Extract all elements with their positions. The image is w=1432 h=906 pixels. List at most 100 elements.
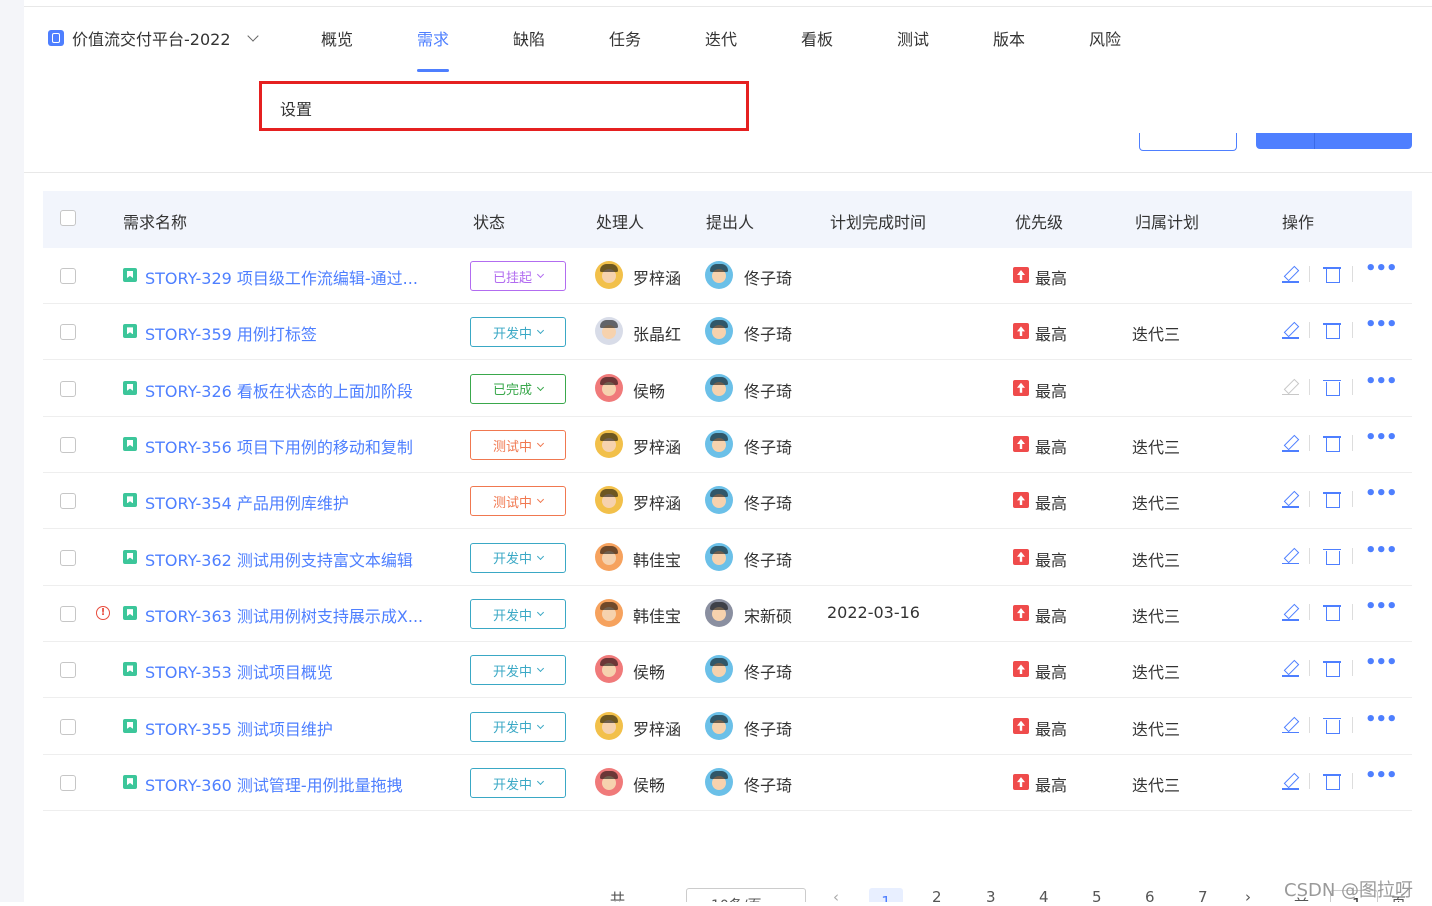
story-title-link[interactable]: STORY-326 看板在状态的上面加阶段	[145, 378, 413, 402]
tab-defects[interactable]: 缺陷	[513, 26, 545, 72]
status-select[interactable]: 开发中	[470, 655, 566, 686]
edit-icon[interactable]	[1281, 602, 1301, 622]
story-title-link[interactable]: STORY-363 测试用例树支持展示成X...	[145, 603, 423, 627]
table-row[interactable]: STORY-353 测试项目概览 开发中 侯畅 佟子琦 最高 迭代三 •••	[43, 642, 1412, 699]
row-checkbox[interactable]	[60, 380, 76, 397]
tab-risks[interactable]: 风险	[1089, 26, 1121, 72]
priority-label: 最高	[1035, 381, 1068, 401]
handler-name: 韩佳宝	[633, 550, 682, 570]
delete-icon[interactable]	[1323, 771, 1343, 791]
edit-icon[interactable]	[1281, 658, 1301, 678]
row-checkbox[interactable]	[60, 662, 76, 679]
status-select[interactable]: 开发中	[470, 711, 566, 742]
tab-iterations[interactable]: 迭代	[705, 26, 737, 72]
handler-avatar	[595, 711, 623, 740]
row-checkbox[interactable]	[60, 493, 76, 510]
edit-icon[interactable]	[1281, 264, 1301, 284]
more-icon[interactable]: •••	[1365, 709, 1398, 730]
delete-icon[interactable]	[1323, 602, 1343, 622]
story-title-link[interactable]: STORY-355 测试项目维护	[145, 716, 333, 740]
table-row[interactable]: STORY-356 项目下用例的移动和复制 测试中 罗梓涵 佟子琦 最高 迭代三 •••	[43, 417, 1412, 474]
handler-avatar	[595, 486, 623, 515]
delete-icon[interactable]	[1323, 715, 1343, 735]
status-select[interactable]: 已挂起	[470, 261, 566, 291]
table-row[interactable]: STORY-362 测试用例支持富文本编辑 开发中 韩佳宝 佟子琦 最高 迭代三 •••	[43, 530, 1412, 586]
table-row[interactable]: STORY-360 测试管理-用例批量拖拽 开发中 侯畅 佟子琦 最高 迭代三 •••	[43, 755, 1412, 812]
edit-icon[interactable]	[1281, 546, 1301, 566]
more-icon[interactable]: •••	[1365, 258, 1398, 279]
delete-icon[interactable]	[1323, 433, 1343, 453]
edit-icon[interactable]	[1281, 320, 1301, 340]
status-select[interactable]: 测试中	[470, 486, 566, 517]
row-checkbox[interactable]	[60, 324, 76, 341]
header-due-date[interactable]: 计划完成时间	[830, 209, 926, 233]
proposer-name: 佟子琦	[744, 438, 793, 458]
story-title-link[interactable]: STORY-359 用例打标签	[145, 321, 317, 345]
edit-icon[interactable]	[1281, 489, 1301, 509]
delete-icon[interactable]	[1323, 546, 1343, 566]
select-all-checkbox[interactable]	[60, 210, 76, 226]
status-select[interactable]: 开发中	[470, 317, 566, 348]
table-row[interactable]: STORY-329 项目级工作流编辑-通过... 已挂起 罗梓涵 佟子琦 最高 •••	[43, 248, 1412, 304]
table-row[interactable]: STORY-359 用例打标签 开发中 张晶红 佟子琦 最高 迭代三 •••	[43, 304, 1412, 361]
header-plan[interactable]: 归属计划	[1135, 209, 1199, 233]
more-icon[interactable]: •••	[1365, 371, 1398, 392]
project-selector[interactable]: 价值流交付平台-2022	[48, 26, 259, 50]
tab-requirements[interactable]: 需求	[417, 26, 450, 72]
action-divider	[1352, 547, 1353, 564]
story-title-link[interactable]: STORY-354 产品用例库维护	[145, 490, 349, 514]
status-select[interactable]: 已完成	[470, 373, 566, 404]
more-icon[interactable]: •••	[1365, 596, 1398, 617]
more-icon[interactable]: •••	[1365, 427, 1398, 448]
table-row[interactable]: ! STORY-363 测试用例树支持展示成X... 开发中 韩佳宝 宋新硕 2022-0…	[43, 586, 1412, 643]
status-select[interactable]: 开发中	[470, 768, 566, 799]
row-checkbox[interactable]	[60, 775, 76, 792]
create-button-group[interactable]	[1256, 133, 1412, 149]
delete-icon[interactable]	[1323, 320, 1343, 340]
story-title-link[interactable]: STORY-360 测试管理-用例批量拖拽	[145, 772, 403, 796]
header-name[interactable]: 需求名称	[123, 209, 187, 233]
delete-icon[interactable]	[1323, 658, 1343, 678]
table-row[interactable]: STORY-326 看板在状态的上面加阶段 已完成 侯畅 佟子琦 最高 •••	[43, 361, 1412, 417]
status-label: 测试中	[492, 439, 532, 455]
priority-up-icon	[1013, 605, 1029, 622]
tab-versions[interactable]: 版本	[993, 26, 1025, 72]
table-row[interactable]: STORY-355 测试项目维护 开发中 罗梓涵 佟子琦 最高 迭代三 •••	[43, 699, 1412, 755]
edit-icon[interactable]	[1281, 715, 1301, 735]
status-select[interactable]: 测试中	[470, 430, 566, 461]
tab-kanban[interactable]: 看板	[801, 26, 833, 72]
more-icon[interactable]: •••	[1365, 652, 1398, 673]
header-status[interactable]: 状态	[473, 209, 505, 233]
header-handler[interactable]: 处理人	[596, 209, 644, 233]
more-icon[interactable]: •••	[1365, 540, 1398, 561]
row-checkbox[interactable]	[60, 549, 76, 566]
status-select[interactable]: 开发中	[470, 542, 566, 573]
header-priority[interactable]: 优先级	[1015, 209, 1063, 233]
story-title-link[interactable]: STORY-353 测试项目概览	[145, 659, 333, 683]
delete-icon[interactable]	[1323, 489, 1343, 509]
header-proposer[interactable]: 提出人	[706, 209, 754, 233]
edit-icon[interactable]	[1281, 771, 1301, 791]
more-icon[interactable]: •••	[1365, 483, 1398, 504]
story-title-link[interactable]: STORY-329 项目级工作流编辑-通过...	[145, 265, 418, 289]
tab-overview[interactable]: 概览	[321, 26, 353, 72]
tab-tasks[interactable]: 任务	[609, 26, 641, 72]
action-divider	[1309, 716, 1310, 733]
delete-icon[interactable]	[1323, 264, 1343, 284]
delete-icon[interactable]	[1323, 377, 1343, 397]
more-icon[interactable]: •••	[1365, 765, 1398, 786]
table-row[interactable]: STORY-354 产品用例库维护 测试中 罗梓涵 佟子琦 最高 迭代三 •••	[43, 473, 1412, 530]
status-select[interactable]: 开发中	[470, 599, 566, 630]
menu-item-settings[interactable]: 设置	[280, 96, 312, 120]
row-checkbox[interactable]	[60, 718, 76, 735]
more-icon[interactable]: •••	[1365, 314, 1398, 335]
row-checkbox[interactable]	[60, 268, 76, 284]
edit-icon[interactable]	[1281, 433, 1301, 453]
operation-button[interactable]	[1139, 133, 1237, 151]
edit-icon[interactable]	[1281, 377, 1301, 397]
row-checkbox[interactable]	[60, 606, 76, 623]
tab-testing[interactable]: 测试	[897, 26, 929, 72]
row-checkbox[interactable]	[60, 437, 76, 454]
story-title-link[interactable]: STORY-362 测试用例支持富文本编辑	[145, 547, 413, 571]
story-title-link[interactable]: STORY-356 项目下用例的移动和复制	[145, 434, 413, 458]
